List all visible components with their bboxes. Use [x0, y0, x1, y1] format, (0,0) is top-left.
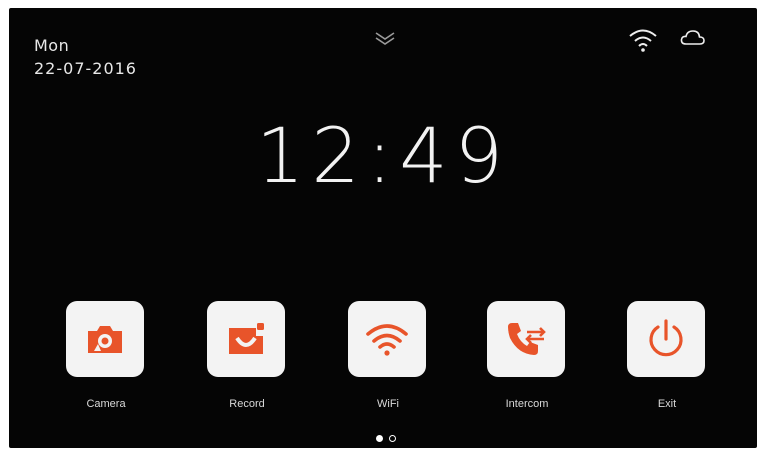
cloud-icon — [680, 30, 705, 45]
app-record-label: Record — [229, 398, 265, 410]
chevron-down-icon[interactable] — [372, 30, 398, 46]
app-intercom-tile[interactable] — [487, 301, 565, 377]
power-icon — [649, 319, 683, 357]
app-camera[interactable]: Camera — [66, 301, 146, 410]
app-wifi-tile[interactable] — [348, 301, 426, 377]
page-dot-active[interactable] — [376, 435, 383, 442]
camera-icon — [88, 326, 122, 353]
record-icon — [229, 323, 264, 354]
app-intercom-label: Intercom — [505, 398, 549, 410]
date-label: 22-07-2016 — [34, 59, 137, 78]
app-exit[interactable]: Exit — [627, 301, 707, 410]
intercom-phone-icon — [508, 323, 546, 355]
app-wifi-label: WiFi — [377, 398, 399, 410]
app-exit-label: Exit — [657, 398, 677, 410]
clock-time: 12:49 — [255, 111, 511, 200]
app-exit-tile[interactable] — [627, 301, 705, 377]
app-intercom[interactable]: Intercom — [487, 301, 567, 410]
wifi-icon — [366, 324, 408, 356]
wifi-icon — [629, 29, 657, 52]
app-camera-tile[interactable] — [66, 301, 144, 377]
app-camera-label: Camera — [86, 398, 126, 410]
home-screen: Mon 22-07-2016 12:49 Camera Record WiFi … — [9, 8, 757, 448]
app-wifi[interactable]: WiFi — [348, 301, 428, 410]
page-dot-inactive[interactable] — [389, 435, 396, 442]
page-indicator[interactable] — [376, 435, 406, 445]
device-frame: Mon 22-07-2016 12:49 Camera Record WiFi … — [0, 0, 764, 451]
app-record-tile[interactable] — [207, 301, 285, 377]
weekday-label: Mon — [34, 36, 70, 55]
app-record[interactable]: Record — [207, 301, 287, 410]
